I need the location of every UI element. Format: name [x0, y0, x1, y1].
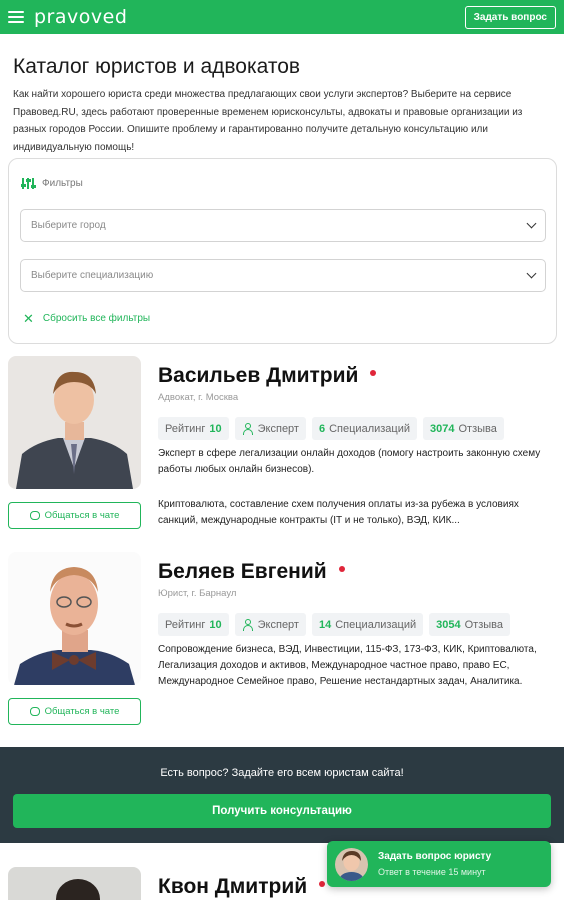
chevron-down-icon: [526, 218, 537, 229]
level-label: Эксперт: [257, 422, 299, 435]
sliders-icon: [20, 177, 36, 190]
rating-value: 10: [209, 422, 222, 435]
reviews-badge: 3054 Отзыва: [429, 613, 511, 636]
level-badge: Эксперт: [234, 613, 306, 636]
lawyer-role: Адвокат, г. Москва: [158, 392, 239, 403]
filters-header: Фильтры: [20, 177, 83, 190]
reviews-badge: 3074 Отзыва: [423, 417, 504, 440]
lawyer-photo[interactable]: [8, 356, 141, 489]
lawyer-name[interactable]: Васильев Дмитрий: [158, 364, 377, 388]
reviews-count: 3074: [430, 422, 455, 435]
online-status-dot: [338, 566, 345, 573]
logo[interactable]: pravoved: [34, 6, 127, 28]
rating-value: 10: [209, 618, 222, 631]
widget-subtitle: Ответ в течение 15 минут: [378, 867, 486, 877]
lawyer-description: Эксперт в сфере легализации онлайн доход…: [158, 448, 541, 475]
reset-filters-label: Сбросить все фильтры: [42, 313, 151, 324]
lawyer-photo[interactable]: [8, 552, 141, 685]
intro-text: Как найти хорошего юриста среди множеств…: [13, 89, 523, 153]
specialization-select[interactable]: Выберите специализацию: [20, 259, 546, 292]
rating-badge: Рейтинг 10: [158, 613, 229, 636]
lawyer-photo[interactable]: [8, 867, 141, 900]
chat-icon: [29, 511, 40, 520]
online-status-dot: [370, 370, 377, 377]
filters-title: Фильтры: [42, 178, 83, 189]
filters-panel: Фильтры Выберите город Выберите специали…: [8, 158, 557, 344]
consultation-banner-text: Есть вопрос? Задайте его всем юристам са…: [160, 767, 404, 779]
widget-title: Задать вопрос юристу: [378, 851, 492, 862]
ask-lawyer-widget[interactable]: Задать вопрос юристу Ответ в течение 15 …: [327, 841, 551, 887]
city-select[interactable]: Выберите город: [20, 209, 546, 242]
rating-badge: Рейтинг 10: [158, 417, 229, 440]
lawyer-stats: Рейтинг 10 Эксперт 14 Специализаций 3054…: [158, 613, 511, 636]
person-icon: [242, 422, 254, 435]
rating-label: Рейтинг: [165, 422, 206, 435]
lawyer-specializations: Криптовалюта, составление схем получения…: [158, 499, 519, 526]
top-bar: pravoved Задать вопрос: [0, 0, 564, 34]
specialization-select-value: Выберите специализацию: [31, 270, 154, 281]
lawyer-role: Юрист, г. Барнаул: [158, 588, 237, 599]
specializations-count: 6: [318, 422, 326, 435]
lawyer-name[interactable]: Беляев Евгений: [158, 560, 345, 584]
person-icon: [242, 618, 254, 631]
specializations-badge: 14 Специализаций: [311, 613, 424, 636]
chat-button-label: Общаться в чате: [44, 510, 120, 521]
specializations-badge: 6 Специализаций: [311, 417, 418, 440]
page-title: Каталог юристов и адвокатов: [13, 55, 301, 78]
menu-icon[interactable]: [8, 11, 24, 23]
reviews-label: Отзыва: [464, 618, 504, 631]
chevron-down-icon: [526, 268, 537, 279]
specializations-label: Специализаций: [329, 422, 411, 435]
avatar: [335, 847, 368, 881]
level-badge: Эксперт: [234, 417, 306, 440]
lawyer-stats: Рейтинг 10 Эксперт 6 Специализаций 3074 …: [158, 417, 504, 440]
lawyer-name[interactable]: Квон Дмитрий: [158, 875, 326, 899]
close-icon: ✕: [23, 311, 34, 326]
chat-button[interactable]: Общаться в чате: [8, 502, 141, 529]
consultation-banner: Есть вопрос? Задайте его всем юристам са…: [0, 747, 564, 843]
get-consultation-button[interactable]: Получить консультацию: [13, 794, 551, 828]
chat-button[interactable]: Общаться в чате: [8, 698, 141, 725]
city-select-value: Выберите город: [31, 220, 106, 231]
chat-button-label: Общаться в чате: [44, 706, 120, 717]
specializations-count: 14: [318, 618, 332, 631]
online-status-dot: [319, 881, 326, 888]
reviews-count: 3054: [436, 618, 461, 631]
rating-label: Рейтинг: [165, 618, 206, 631]
chat-icon: [29, 707, 40, 716]
lawyer-description: Сопровождение бизнеса, ВЭД, Инвестиции, …: [158, 644, 537, 687]
lawyer-name-text: Васильев Дмитрий: [158, 364, 359, 387]
lawyer-name-text: Квон Дмитрий: [158, 875, 308, 898]
specializations-label: Специализаций: [335, 618, 417, 631]
reviews-label: Отзыва: [458, 422, 497, 435]
level-label: Эксперт: [257, 618, 299, 631]
lawyer-name-text: Беляев Евгений: [158, 560, 327, 583]
reset-filters-link[interactable]: ✕ Сбросить все фильтры: [23, 312, 150, 325]
ask-question-button[interactable]: Задать вопрос: [464, 5, 556, 29]
